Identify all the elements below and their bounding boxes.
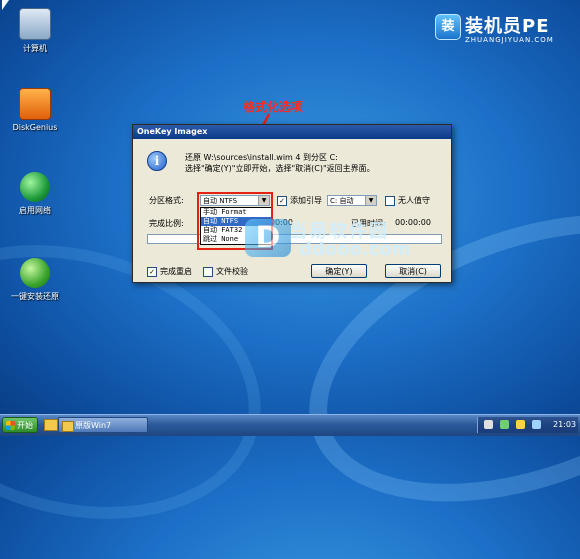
watermark-text-en: ddooo.com <box>299 239 411 260</box>
network-globe-icon <box>20 172 50 202</box>
desktop-icon-label: 计算机 <box>23 44 47 53</box>
taskbar-window-button[interactable]: 原版Win7 <box>58 417 148 433</box>
desktop-icon-label: DiskGenius <box>12 123 58 132</box>
logo-url: ZHUANGJIYUAN.COM <box>465 36 554 44</box>
used-time-value: 00:00:00 <box>395 218 431 227</box>
desktop-icon-label: 启用网络 <box>19 206 51 215</box>
dialog-message: 还原 W:\sources\install.wim 4 到分区 C: 选择"确定… <box>185 152 375 174</box>
windows-logo-icon <box>6 421 15 430</box>
bootloader-checkbox[interactable]: ✓ <box>277 196 287 206</box>
watermark-logo: D <box>245 219 291 257</box>
ok-button[interactable]: 确定(Y) <box>311 264 367 278</box>
bootloader-select-value: C: 自动 <box>330 197 354 205</box>
dialog-title[interactable]: OneKey Imagex <box>133 125 451 139</box>
message-line-1: 还原 W:\sources\install.wim 4 到分区 C: <box>185 153 338 162</box>
unattended-label: 无人值守 <box>398 196 430 205</box>
logo-name: 装机员PE <box>465 16 550 37</box>
desktop-icon-label: 一键安装还原 <box>11 292 59 301</box>
desktop-icon-restore[interactable]: 一键安装还原 <box>0 258 70 302</box>
start-label: 开始 <box>17 421 33 430</box>
folder-quicklaunch-icon[interactable] <box>44 419 58 431</box>
format-label: 分区格式: <box>149 196 184 205</box>
taskbar-window-label: 原版Win7 <box>75 421 112 430</box>
volume-icon[interactable] <box>516 420 525 429</box>
reboot-label: 完成重启 <box>160 267 192 276</box>
chevron-down-icon: ▼ <box>365 196 376 205</box>
unattended-checkbox[interactable] <box>385 196 395 206</box>
cancel-button[interactable]: 取消(C) <box>385 264 441 278</box>
reboot-checkbox[interactable]: ✓ <box>147 267 157 277</box>
desktop-icon-network[interactable]: 启用网络 <box>0 172 70 216</box>
verify-checkbox[interactable] <box>203 267 213 277</box>
progress-label: 完成比例: <box>149 219 184 228</box>
bootloader-label: 添加引导 <box>290 196 322 205</box>
system-tray: 21:03 <box>477 417 578 433</box>
clock[interactable]: 21:03 <box>553 417 576 433</box>
monitor-icon[interactable] <box>532 420 541 429</box>
network-icon[interactable] <box>500 420 509 429</box>
logo-mark-icon: 装 <box>435 14 461 40</box>
desktop-icon-diskgenius[interactable]: DiskGenius <box>0 88 70 132</box>
computer-icon <box>19 8 51 40</box>
keyboard-icon[interactable] <box>484 420 493 429</box>
diskgenius-icon <box>19 88 51 120</box>
info-icon: i <box>147 151 167 171</box>
start-button[interactable]: 开始 <box>2 417 38 433</box>
folder-icon <box>62 421 74 432</box>
bootloader-select[interactable]: C: 自动 ▼ <box>327 195 377 206</box>
taskbar: 开始 原版Win7 21:03 <box>0 414 580 436</box>
message-line-2: 选择"确定(Y)"立即开始，选择"取消(C)"返回主界面。 <box>185 164 375 173</box>
verify-label: 文件校验 <box>216 267 248 276</box>
desktop-icon-computer[interactable]: 计算机 <box>0 8 70 54</box>
restore-icon <box>20 258 50 288</box>
